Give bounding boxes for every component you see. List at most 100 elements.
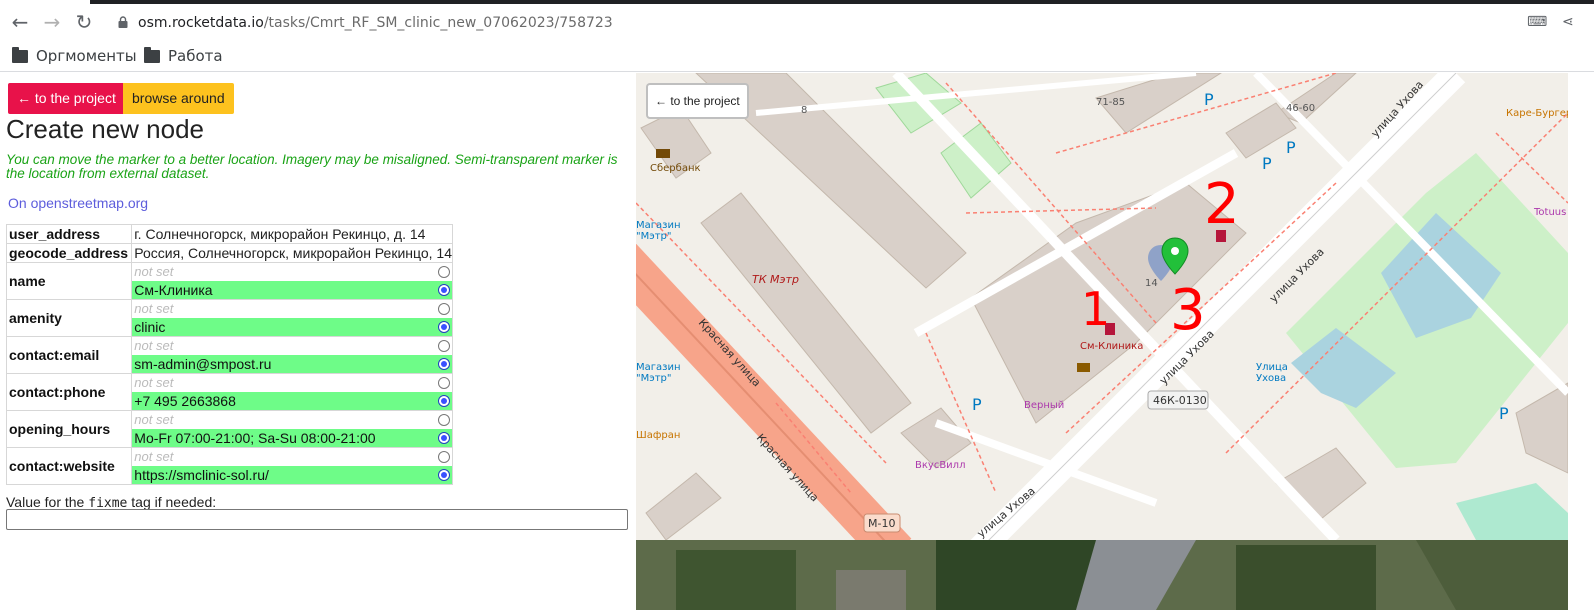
building bbox=[900, 407, 972, 469]
house-number: 46-60 bbox=[1286, 103, 1315, 114]
folder-icon bbox=[12, 46, 28, 63]
option-selected[interactable]: sm-admin@smpost.ru bbox=[132, 355, 452, 373]
page-title: Create new node bbox=[6, 114, 205, 144]
radio-button[interactable] bbox=[438, 377, 450, 389]
option-selected[interactable]: clinic bbox=[132, 318, 452, 336]
hint-text: You can move the marker to a better loca… bbox=[6, 152, 618, 181]
radio-button[interactable] bbox=[438, 469, 450, 481]
house-number: 14 bbox=[1145, 278, 1158, 289]
bank-icon bbox=[656, 149, 670, 158]
to-project-button[interactable]: ← to the project bbox=[8, 83, 125, 114]
radio-button[interactable] bbox=[438, 432, 450, 444]
option-not-set[interactable]: not set bbox=[132, 337, 452, 355]
fixme-input[interactable] bbox=[6, 509, 628, 530]
tag-key: contact:website bbox=[5, 447, 133, 485]
house-number: 8 bbox=[801, 105, 807, 116]
option-not-set[interactable]: not set bbox=[132, 448, 452, 466]
option-label: https://smclinic-sol.ru/ bbox=[134, 467, 269, 483]
table-row: geocode_address Россия, Солнечногорск, м… bbox=[5, 243, 453, 263]
radio-button[interactable] bbox=[438, 395, 450, 407]
table-row: amenity not set clinic bbox=[5, 299, 453, 337]
task-panel: ← to the project browse around Create ne… bbox=[0, 73, 636, 610]
option-label: not set bbox=[134, 449, 174, 464]
table-row: user_address г. Солнечногорск, микрорайо… bbox=[5, 224, 453, 244]
option-selected[interactable]: См-Клиника bbox=[132, 281, 452, 299]
radio-button[interactable] bbox=[438, 414, 450, 426]
tag-key: contact:phone bbox=[5, 373, 133, 411]
parking-icon: P bbox=[1262, 154, 1272, 173]
table-row: contact:email not set sm-admin@smpost.ru bbox=[5, 336, 453, 374]
poi-label-shafran: Шафран bbox=[636, 430, 680, 441]
url-path: /tasks/Cmrt_RF_SM_clinic_new_07062023/75… bbox=[263, 15, 613, 31]
option-label: not set bbox=[134, 264, 174, 279]
annotation-1: 1 bbox=[1081, 282, 1110, 336]
option-label: +7 495 2663868 bbox=[134, 393, 236, 409]
table-row: contact:website not set https://smclinic… bbox=[5, 447, 453, 485]
radio-button[interactable] bbox=[438, 358, 450, 370]
option-selected[interactable]: https://smclinic-sol.ru/ bbox=[132, 466, 452, 484]
poi-label-magazin-metr: "Мэтр" bbox=[636, 231, 672, 242]
parking-icon: P bbox=[1286, 138, 1296, 157]
openstreetmap-link[interactable]: On openstreetmap.org bbox=[8, 195, 148, 211]
table-row: name not set См-Клиника bbox=[5, 262, 453, 300]
option-not-set[interactable]: not set bbox=[132, 300, 452, 318]
poi-label-totuus: Totuus bbox=[1533, 207, 1566, 218]
tag-value: г. Солнечногорск, микрорайон Рекинцо, д.… bbox=[134, 226, 426, 242]
parking-icon: P bbox=[972, 395, 982, 414]
option-label: not set bbox=[134, 375, 174, 390]
stop-label-ukhova: Ухова bbox=[1256, 373, 1286, 384]
radio-button[interactable] bbox=[438, 303, 450, 315]
radio-button[interactable] bbox=[438, 321, 450, 333]
page-margin bbox=[1568, 73, 1594, 610]
translate-icon[interactable]: ⌨ bbox=[1527, 14, 1547, 30]
radio-button[interactable] bbox=[438, 284, 450, 296]
lock-icon[interactable] bbox=[118, 16, 128, 28]
browse-around-button[interactable]: browse around bbox=[123, 83, 234, 114]
bookmarks-bar: Оргмоменты Работа bbox=[0, 40, 1594, 72]
option-label: См-Клиника bbox=[134, 282, 213, 298]
map-view[interactable]: P P P P P 8 71-85 46-60 14 Сбербанк ТК М… bbox=[636, 73, 1568, 540]
radio-button[interactable] bbox=[438, 266, 450, 278]
tag-key: contact:email bbox=[5, 336, 133, 374]
option-label: Mo-Fr 07:00-21:00; Sa-Su 08:00-21:00 bbox=[134, 430, 376, 446]
poi-label-sberbank: Сбербанк bbox=[650, 163, 701, 174]
tag-key: opening_hours bbox=[5, 410, 133, 448]
poi-label-vkusvill: ВкусВилл bbox=[915, 460, 965, 471]
park-area bbox=[1456, 483, 1568, 540]
road-shield-m10-label: М-10 bbox=[868, 517, 895, 530]
forward-arrow-icon[interactable]: → bbox=[40, 10, 64, 34]
option-selected[interactable]: Mo-Fr 07:00-21:00; Sa-Su 08:00-21:00 bbox=[132, 429, 452, 447]
option-label: clinic bbox=[134, 319, 166, 335]
bookmark-folder-rabota[interactable]: Работа bbox=[144, 46, 223, 66]
tag-key: user_address bbox=[5, 224, 133, 244]
poi-label-magazin-metr: Магазин bbox=[636, 220, 681, 231]
share-icon[interactable]: ⋖ bbox=[1562, 14, 1574, 30]
option-selected[interactable]: +7 495 2663868 bbox=[132, 392, 452, 410]
bookmark-label: Оргмоменты bbox=[36, 47, 137, 65]
map-canvas[interactable]: P P P P P 8 71-85 46-60 14 Сбербанк ТК М… bbox=[636, 73, 1568, 540]
reload-icon[interactable]: ↻ bbox=[72, 10, 96, 34]
tag-key: amenity bbox=[5, 299, 133, 337]
url-host: osm.rocketdata.io bbox=[138, 15, 264, 31]
annotation-3: 3 bbox=[1170, 278, 1206, 343]
fixme-label-prefix: Value for the bbox=[6, 494, 89, 510]
option-not-set[interactable]: not set bbox=[132, 374, 452, 392]
option-label: not set bbox=[134, 301, 174, 316]
bookmark-folder-orgmomenty[interactable]: Оргмоменты bbox=[12, 46, 137, 66]
table-row: contact:phone not set +7 495 2663868 bbox=[5, 373, 453, 411]
poi-label-sm-clinic: См-Клиника bbox=[1080, 341, 1143, 352]
radio-button[interactable] bbox=[438, 451, 450, 463]
option-label: not set bbox=[134, 412, 174, 427]
address-bar[interactable]: osm.rocketdata.io/tasks/Cmrt_RF_SM_clini… bbox=[138, 12, 613, 34]
option-not-set[interactable]: not set bbox=[132, 411, 452, 429]
option-label: sm-admin@smpost.ru bbox=[134, 356, 272, 372]
back-arrow-icon[interactable]: ← bbox=[8, 10, 32, 34]
folder-icon bbox=[144, 46, 160, 63]
fixme-label-suffix: tag if needed: bbox=[127, 494, 217, 510]
radio-button[interactable] bbox=[438, 340, 450, 352]
option-not-set[interactable]: not set bbox=[132, 263, 452, 281]
map-to-project-button[interactable]: ← to the project bbox=[646, 83, 749, 119]
stop-label-ukhova: Улица bbox=[1256, 362, 1288, 373]
poi-label-tk-metr: ТК Мэтр bbox=[752, 273, 799, 286]
parking-icon: P bbox=[1204, 90, 1214, 109]
